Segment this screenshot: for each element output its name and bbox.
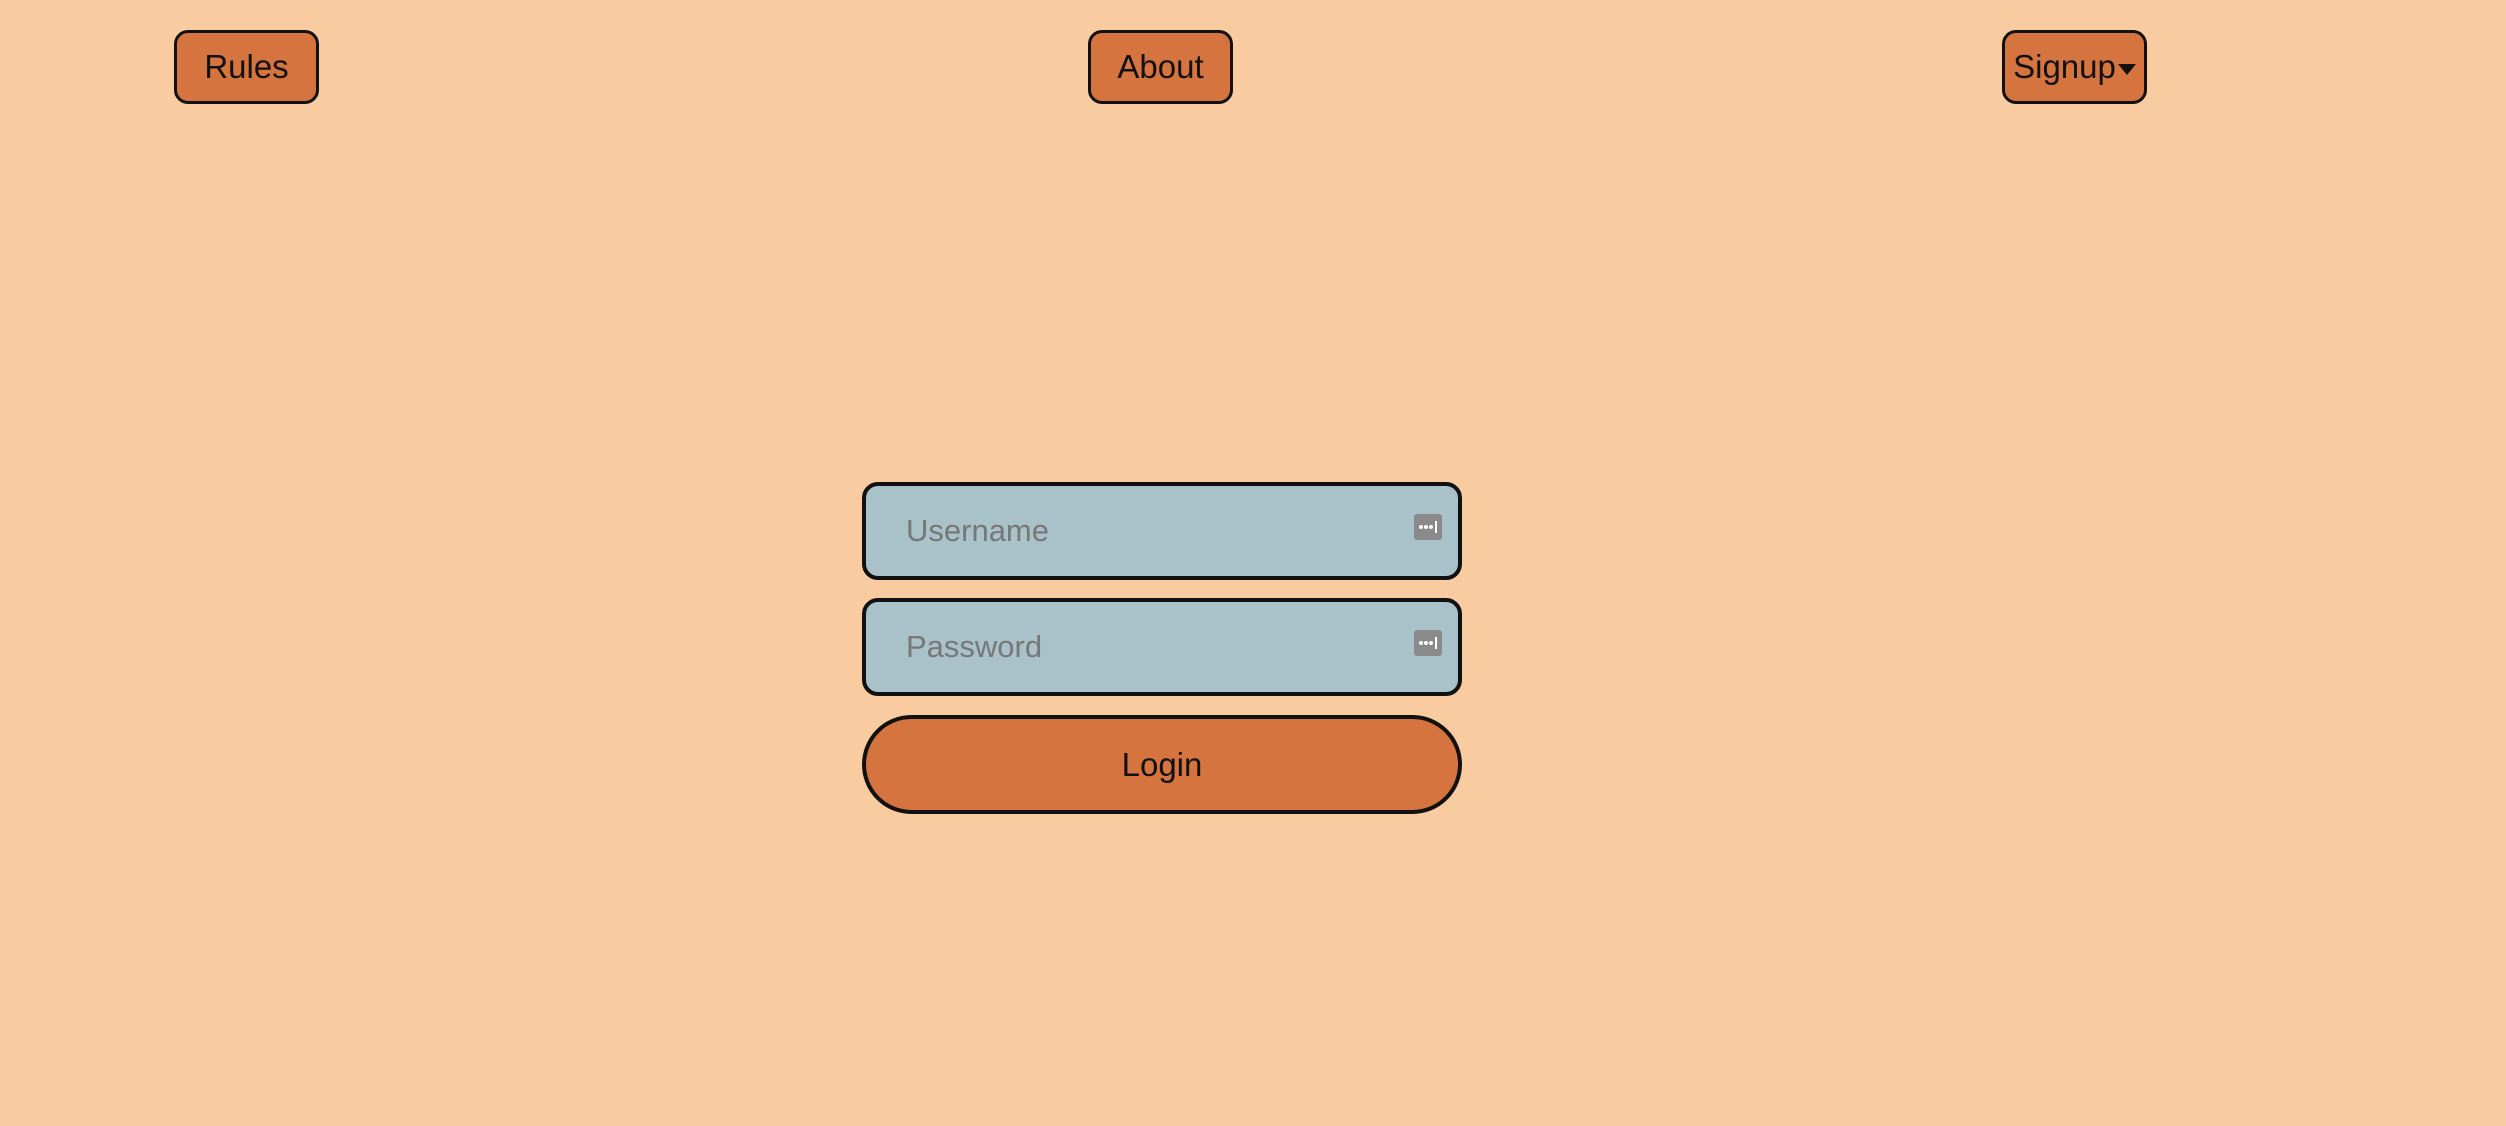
password-field-wrapper bbox=[862, 598, 1462, 696]
username-field-wrapper bbox=[862, 482, 1462, 580]
login-button[interactable]: Login bbox=[862, 715, 1462, 814]
caret-down-icon bbox=[2117, 63, 2136, 75]
signup-button-label: Signup bbox=[2013, 48, 2116, 85]
username-input[interactable] bbox=[866, 486, 1458, 576]
rules-button-label: Rules bbox=[204, 48, 289, 85]
signup-dropdown-button[interactable]: Signup bbox=[2002, 30, 2147, 104]
about-button-label: About bbox=[1117, 48, 1204, 85]
rules-button[interactable]: Rules bbox=[174, 30, 319, 104]
about-button[interactable]: About bbox=[1088, 30, 1233, 104]
password-input[interactable] bbox=[866, 602, 1458, 692]
password-key-icon[interactable] bbox=[1414, 514, 1442, 540]
password-key-icon[interactable] bbox=[1414, 630, 1442, 656]
